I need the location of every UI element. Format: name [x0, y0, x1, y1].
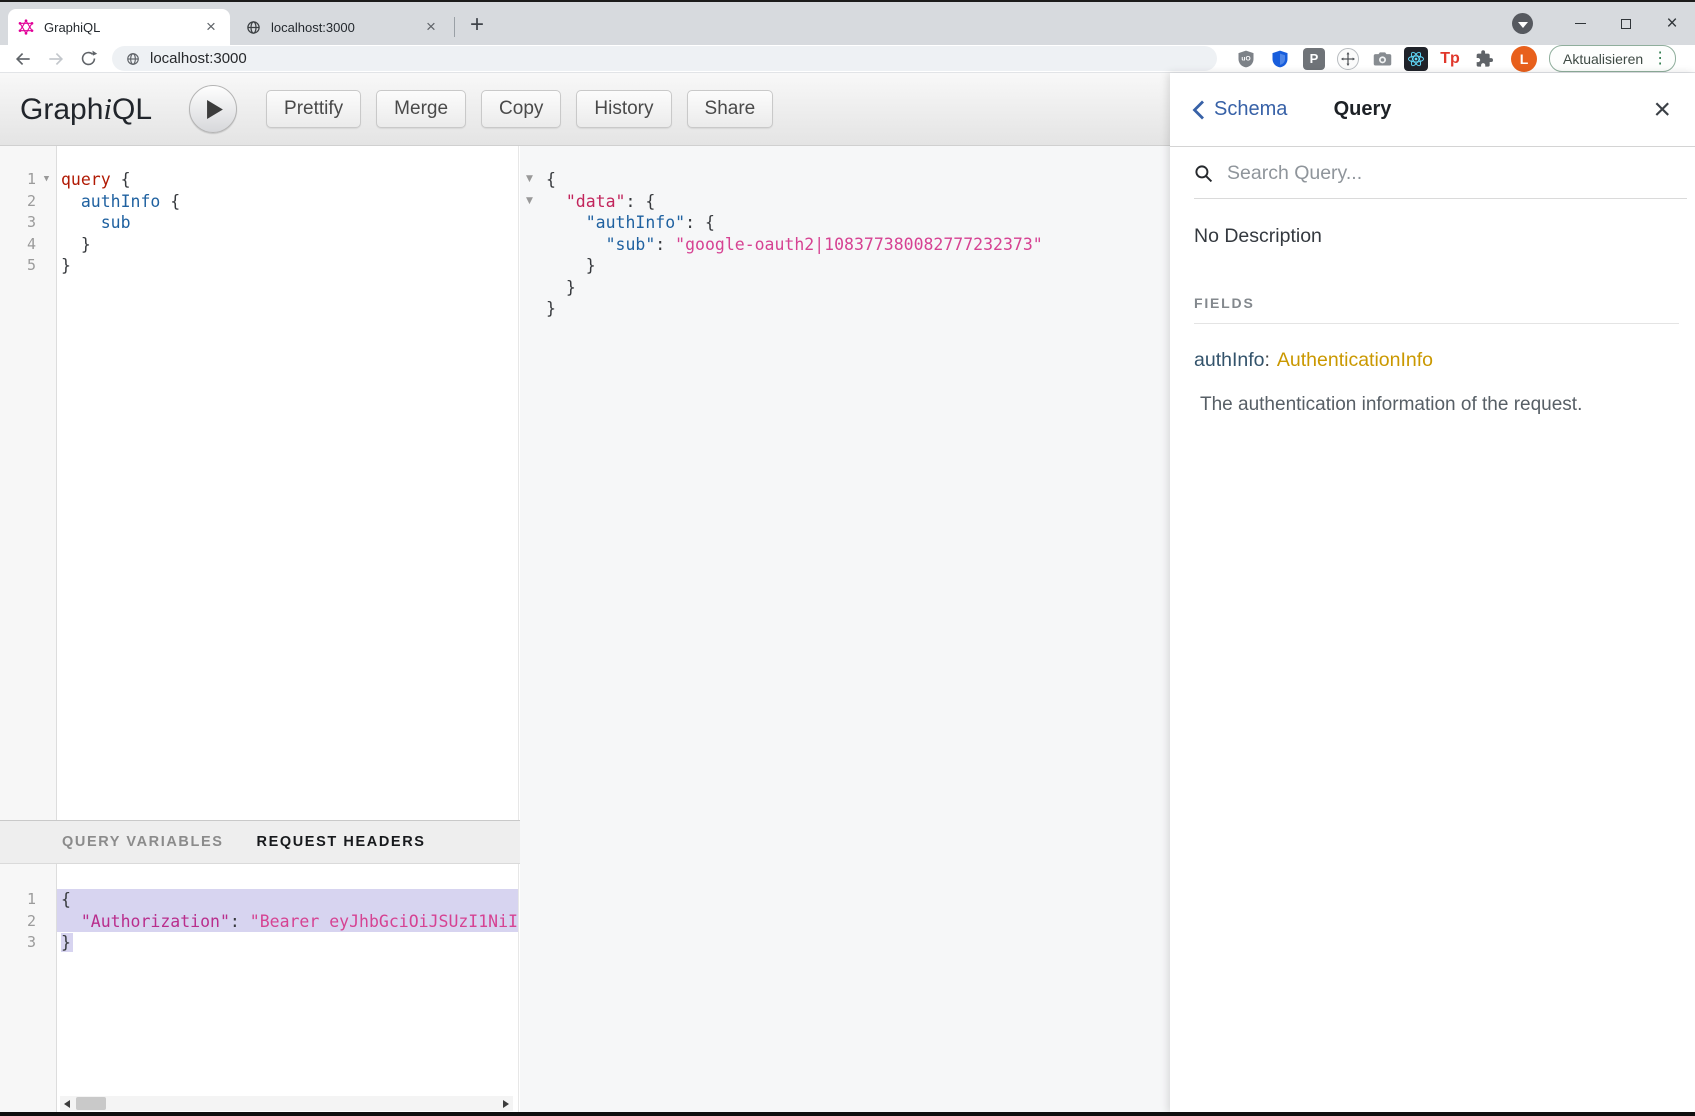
- doc-explorer-header: Schema Query ×: [1170, 73, 1695, 147]
- code-line: 3 }: [0, 932, 518, 954]
- horizontal-scrollbar[interactable]: [60, 1096, 513, 1111]
- window-maximize-button[interactable]: [1603, 4, 1649, 44]
- tab-strip: GraphiQL × localhost:3000 × + ×: [0, 2, 1695, 45]
- forward-button[interactable]: [46, 49, 66, 69]
- docs-field-item: authInfo:AuthenticationInfo: [1194, 349, 1671, 372]
- browser-menu-icon[interactable]: ⋮: [1652, 51, 1668, 67]
- scrollbar-thumb[interactable]: [76, 1097, 106, 1110]
- copy-button[interactable]: Copy: [481, 90, 561, 128]
- browser-profile-avatar[interactable]: L: [1511, 46, 1537, 72]
- result-line: "authInfo": {: [520, 212, 1170, 234]
- search-underline: [1194, 198, 1687, 199]
- window-close-icon: ×: [1666, 14, 1677, 33]
- extensions-puzzle-icon[interactable]: [1471, 46, 1497, 72]
- query-editor[interactable]: 1 ▼ query { 2 authInfo { 3 sub 4 } 5: [0, 146, 519, 820]
- update-button-label: Aktualisieren: [1563, 51, 1643, 67]
- window-minimize-button[interactable]: [1557, 4, 1603, 44]
- secondary-editor-tabs: QUERY VARIABLES REQUEST HEADERS: [0, 820, 520, 864]
- code-line: 1 ▼ query {: [0, 169, 518, 191]
- window-close-button[interactable]: ×: [1649, 4, 1695, 44]
- field-description: The authentication information of the re…: [1194, 394, 1671, 416]
- move-tool-extension-icon[interactable]: [1335, 46, 1361, 72]
- docs-no-description: No Description: [1194, 225, 1671, 248]
- tab-title: localhost:3000: [271, 20, 422, 35]
- field-name-link[interactable]: authInfo: [1194, 349, 1264, 371]
- address-bar[interactable]: localhost:3000: [112, 46, 1217, 71]
- tab-query-variables[interactable]: QUERY VARIABLES: [62, 834, 224, 850]
- docs-search-input[interactable]: [1225, 161, 1601, 186]
- reload-button[interactable]: [79, 49, 98, 68]
- code-line: 4 }: [0, 234, 518, 256]
- prettify-button[interactable]: Prettify: [266, 90, 361, 128]
- search-icon: [1194, 164, 1213, 183]
- result-line: "sub": "google-oauth2|108377380082777232…: [520, 234, 1170, 256]
- merge-button[interactable]: Merge: [376, 90, 466, 128]
- result-line: ▼ "data": {: [520, 191, 1170, 213]
- bitwarden-extension-icon[interactable]: [1267, 46, 1293, 72]
- minimize-icon: [1575, 23, 1586, 25]
- address-url: localhost:3000: [150, 50, 247, 67]
- fold-arrow-icon[interactable]: ▼: [526, 191, 533, 213]
- fields-divider: [1194, 323, 1679, 324]
- extension-icons: uO P Tp: [1233, 46, 1497, 72]
- scrollbar-track[interactable]: [74, 1096, 499, 1111]
- browser-window: GraphiQL × localhost:3000 × + ×: [0, 0, 1695, 1116]
- tab-localhost[interactable]: localhost:3000 ×: [236, 9, 450, 45]
- code-line: 3 sub: [0, 212, 518, 234]
- docs-title: Query: [1170, 98, 1555, 121]
- result-viewer[interactable]: ▼{ ▼ "data": { "authInfo": { "sub": "goo…: [520, 146, 1170, 1113]
- graphiql-logo: GraphiQL: [20, 91, 152, 127]
- result-line: }: [520, 255, 1170, 277]
- docs-close-icon[interactable]: ×: [1653, 95, 1671, 125]
- globe-icon: [246, 20, 261, 35]
- download-arrow-icon: [1518, 22, 1528, 28]
- ublock-extension-icon[interactable]: uO: [1233, 46, 1259, 72]
- result-line: }: [520, 298, 1170, 320]
- code-line: 5 }: [0, 255, 518, 277]
- back-button[interactable]: [13, 49, 33, 69]
- maximize-icon: [1621, 19, 1631, 29]
- tp-extension-icon[interactable]: Tp: [1437, 46, 1463, 72]
- docs-search-row: [1170, 147, 1695, 199]
- window-bottom-edge: [0, 1112, 1695, 1116]
- p-extension-icon[interactable]: P: [1301, 46, 1327, 72]
- react-devtools-extension-icon[interactable]: [1403, 46, 1429, 72]
- tab-title: GraphiQL: [44, 20, 202, 35]
- code-line: 1 {: [0, 889, 518, 911]
- share-button[interactable]: Share: [687, 90, 774, 128]
- fold-arrow-icon[interactable]: ▼: [36, 169, 57, 191]
- globe-icon: [126, 52, 140, 66]
- screenshot-camera-extension-icon[interactable]: [1369, 46, 1395, 72]
- request-headers-editor[interactable]: 1 { 2 "Authorization": "Bearer eyJhbGciO…: [0, 864, 519, 1113]
- result-line: ▼{: [520, 169, 1170, 191]
- tab-request-headers[interactable]: REQUEST HEADERS: [257, 834, 426, 850]
- execute-query-button[interactable]: [189, 85, 237, 133]
- browser-toolbar: localhost:3000 uO P: [0, 45, 1695, 73]
- doc-explorer-panel: Schema Query × No Description FIELDS aut…: [1170, 73, 1695, 1113]
- fold-arrow-icon[interactable]: ▼: [526, 169, 533, 191]
- docs-fields-heading: FIELDS: [1194, 295, 1671, 311]
- new-tab-button[interactable]: +: [462, 10, 492, 40]
- download-bubble-button[interactable]: [1512, 13, 1533, 34]
- result-line: }: [520, 277, 1170, 299]
- svg-text:uO: uO: [1241, 55, 1250, 62]
- graphiql-toolbar: GraphiQL Prettify Merge Copy History Sha…: [0, 73, 1170, 146]
- window-controls: ×: [1512, 2, 1695, 45]
- browser-update-button[interactable]: Aktualisieren ⋮: [1549, 45, 1676, 72]
- code-line: 2 "Authorization": "Bearer eyJhbGciOiJSU…: [0, 911, 518, 933]
- toolbar-buttons: Prettify Merge Copy History Share: [266, 90, 773, 128]
- play-icon: [207, 100, 224, 119]
- tab-close-icon[interactable]: ×: [202, 18, 220, 36]
- tab-separator: [454, 17, 455, 37]
- field-type-link[interactable]: AuthenticationInfo: [1277, 349, 1433, 371]
- scroll-right-icon[interactable]: [499, 1096, 513, 1111]
- tab-close-icon[interactable]: ×: [422, 18, 440, 36]
- code-line: 2 authInfo {: [0, 191, 518, 213]
- docs-body: No Description FIELDS authInfo:Authentic…: [1170, 225, 1695, 416]
- scroll-left-icon[interactable]: [60, 1096, 74, 1111]
- graphiql-favicon-icon: [18, 19, 34, 35]
- tab-graphiql[interactable]: GraphiQL ×: [8, 9, 230, 45]
- history-button[interactable]: History: [576, 90, 671, 128]
